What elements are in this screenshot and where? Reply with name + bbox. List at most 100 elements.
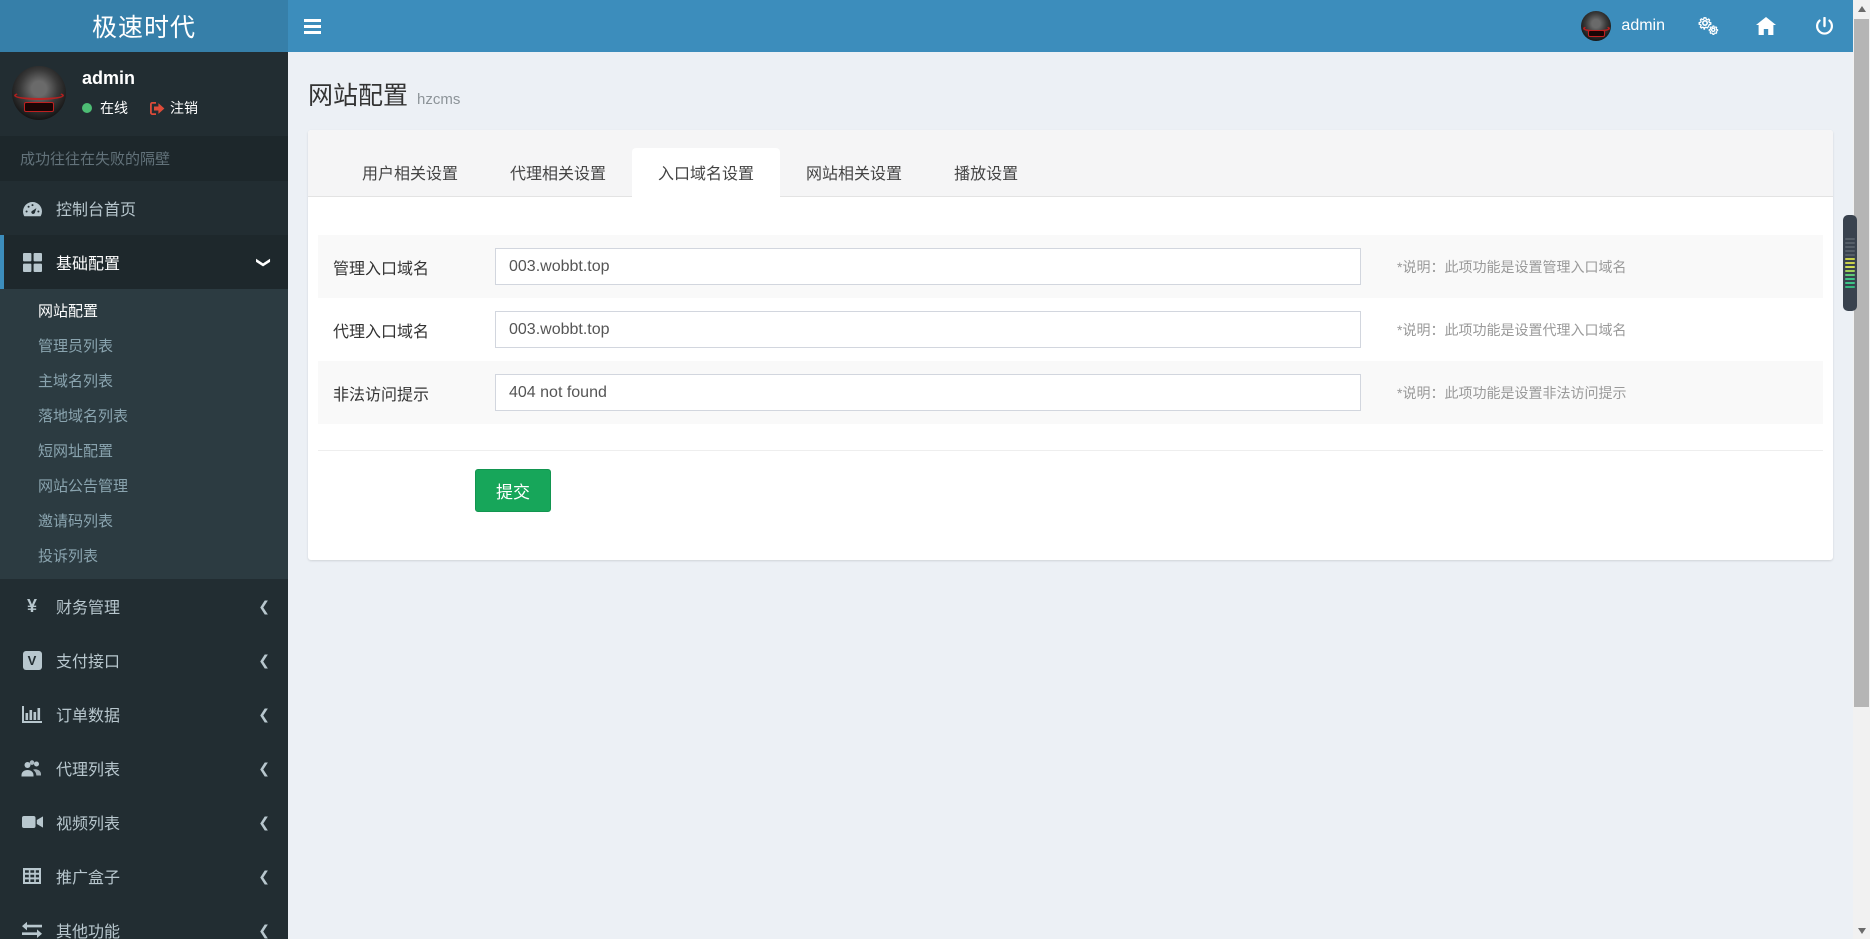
- scroll-minimap-marker: [1843, 215, 1857, 311]
- user-avatar: [12, 66, 66, 120]
- tab-3[interactable]: 网站相关设置: [780, 148, 928, 196]
- chevron-down-icon: ❯: [256, 256, 273, 268]
- sidebar: admin 在线 注销 成功往往在失败的隔壁 控制台首页基础配置 ❯ 网站配置 管理员…: [0, 52, 288, 939]
- sidebar-link[interactable]: 推广盒子 ❮: [0, 849, 288, 903]
- sidebar-link[interactable]: 代理列表 ❮: [0, 741, 288, 795]
- sidebar-item-7: 推广盒子 ❮: [0, 849, 288, 903]
- sidebar-item-label: 基础配置: [56, 256, 121, 273]
- form-help-note: *说明：此项功能是设置代理入口域名: [1397, 321, 1627, 338]
- sidebar-item-1: 基础配置 ❯ 网站配置 管理员列表 主域名列表 落地域名列表 短网址配置 网站公告管理 邀请码列…: [0, 235, 288, 579]
- sidebar-item-label: 控制台首页: [56, 202, 137, 219]
- topbar-user-menu[interactable]: admin: [1567, 0, 1679, 52]
- browser-scrollbar[interactable]: [1853, 0, 1870, 939]
- sidebar-item-label: 代理列表: [56, 762, 121, 779]
- sidebar-item-label: 支付接口: [56, 654, 121, 671]
- sidebar-username: admin: [82, 68, 136, 88]
- form-help-note: *说明：此项功能是设置管理入口域名: [1397, 258, 1627, 275]
- sign-out-icon: [150, 101, 165, 115]
- chevron-left-icon: ❮: [258, 759, 270, 776]
- v-square-icon: V: [20, 650, 44, 670]
- sidebar-item-8: 其他功能 ❮: [0, 903, 288, 939]
- form-row: 非法访问提示 *说明：此项功能是设置非法访问提示: [318, 361, 1823, 424]
- logout-power-button[interactable]: [1795, 0, 1853, 52]
- sidebar-motto: 成功往往在失败的隔壁: [0, 136, 288, 181]
- sidebar-item-5: 代理列表 ❮: [0, 741, 288, 795]
- sidebar-item-6: 视频列表 ❮: [0, 795, 288, 849]
- submit-button[interactable]: 提交: [475, 469, 551, 512]
- form-label: 代理入口域名: [333, 323, 430, 341]
- online-status-label: 在线: [100, 100, 128, 116]
- text-input[interactable]: [495, 248, 1361, 285]
- tab-0[interactable]: 用户相关设置: [336, 148, 484, 196]
- sidebar-link[interactable]: 控制台首页: [0, 181, 288, 235]
- tab-2[interactable]: 入口域名设置: [632, 148, 781, 197]
- dashboard-icon: [20, 200, 44, 217]
- video-icon: [20, 815, 44, 829]
- submenu-item[interactable]: 短网址配置: [0, 433, 288, 468]
- page-title: 网站配置: [308, 82, 409, 110]
- scrollbar-up-arrow[interactable]: [1853, 0, 1870, 17]
- settings-panel: 用户相关设置代理相关设置入口域名设置网站相关设置播放设置 管理入口域名 *说明：此…: [308, 130, 1833, 560]
- chevron-left-icon: ❮: [258, 705, 270, 722]
- submenu-item[interactable]: 主域名列表: [0, 363, 288, 398]
- submenu-item[interactable]: 投诉列表: [0, 538, 288, 573]
- form-help-note: *说明：此项功能是设置非法访问提示: [1397, 384, 1627, 401]
- chevron-left-icon: ❮: [258, 921, 270, 938]
- topbar-username: admin: [1621, 17, 1665, 34]
- tab-4[interactable]: 播放设置: [928, 148, 1044, 196]
- tab-content: 管理入口域名 *说明：此项功能是设置管理入口域名代理入口域名 *说明：此项功能是设置…: [308, 197, 1833, 424]
- chevron-left-icon: ❮: [258, 813, 270, 830]
- sidebar-link[interactable]: V 支付接口 ❮: [0, 633, 288, 687]
- app-logo[interactable]: 极速时代: [0, 0, 288, 52]
- sidebar-link[interactable]: 订单数据 ❮: [0, 687, 288, 741]
- sidebar-link[interactable]: 其他功能 ❮: [0, 903, 288, 939]
- submenu-item[interactable]: 网站配置: [0, 293, 288, 328]
- tab-strip: 用户相关设置 代理相关设置 入口域名设置 网站相关设置 播放设置: [308, 130, 1833, 197]
- online-status-dot: [82, 103, 92, 113]
- top-navbar: 极速时代 admin: [0, 0, 1853, 52]
- grid-icon: [20, 252, 44, 272]
- sidebar-item-label: 财务管理: [56, 600, 121, 617]
- sidebar-item-label: 其他功能: [56, 924, 121, 939]
- home-icon: [1756, 17, 1776, 35]
- exchange-icon: [20, 922, 44, 938]
- form-label: 管理入口域名: [333, 260, 430, 278]
- bar-chart-icon: [20, 705, 44, 723]
- submenu-item[interactable]: 落地域名列表: [0, 398, 288, 433]
- user-avatar: [1581, 11, 1612, 41]
- sidebar-toggle-button[interactable]: [290, 0, 335, 52]
- sidebar-item-label: 视频列表: [56, 816, 121, 833]
- sidebar-menu: 控制台首页基础配置 ❯ 网站配置 管理员列表 主域名列表 落地域名列表 短网址配置 网站公告管…: [0, 181, 288, 939]
- submenu-item[interactable]: 邀请码列表: [0, 503, 288, 538]
- sidebar-link[interactable]: 基础配置 ❯: [0, 235, 288, 289]
- page-header: 网站配置 hzcms: [288, 52, 1853, 130]
- yen-icon: ¥: [26, 596, 37, 616]
- form-row: 代理入口域名 *说明：此项功能是设置代理入口域名: [318, 298, 1823, 361]
- sidebar-submenu: 网站配置 管理员列表 主域名列表 落地域名列表 短网址配置 网站公告管理 邀请码列表 投诉列表: [0, 289, 288, 579]
- sidebar-link[interactable]: 视频列表 ❮: [0, 795, 288, 849]
- tab-1[interactable]: 代理相关设置: [484, 148, 632, 196]
- sidebar-item-3: V 支付接口 ❮: [0, 633, 288, 687]
- submenu-item[interactable]: 网站公告管理: [0, 468, 288, 503]
- form-row: 管理入口域名 *说明：此项功能是设置管理入口域名: [318, 235, 1823, 298]
- home-button[interactable]: [1737, 0, 1795, 52]
- submenu-item[interactable]: 管理员列表: [0, 328, 288, 363]
- text-input[interactable]: [495, 311, 1361, 348]
- table-icon: [20, 868, 44, 884]
- sidebar-link[interactable]: ¥ 财务管理 ❮: [0, 579, 288, 633]
- sidebar-item-0: 控制台首页: [0, 181, 288, 235]
- sidebar-user-panel: admin 在线 注销: [0, 52, 288, 136]
- scrollbar-down-arrow[interactable]: [1853, 922, 1870, 939]
- logout-link[interactable]: 注销: [150, 98, 198, 118]
- main-content: 网站配置 hzcms 用户相关设置 代理相关设置 入口域名设置 网站相关设置 播放设置 …: [288, 52, 1853, 939]
- sidebar-item-4: 订单数据 ❮: [0, 687, 288, 741]
- chevron-left-icon: ❮: [258, 597, 270, 614]
- sidebar-item-label: 订单数据: [56, 708, 121, 725]
- users-icon: [20, 759, 44, 777]
- text-input[interactable]: [495, 374, 1361, 411]
- chevron-left-icon: ❮: [258, 867, 270, 884]
- scrollbar-thumb[interactable]: [1854, 19, 1869, 707]
- settings-button[interactable]: [1679, 0, 1737, 52]
- form-label: 非法访问提示: [333, 386, 430, 404]
- gears-icon: [1697, 16, 1719, 36]
